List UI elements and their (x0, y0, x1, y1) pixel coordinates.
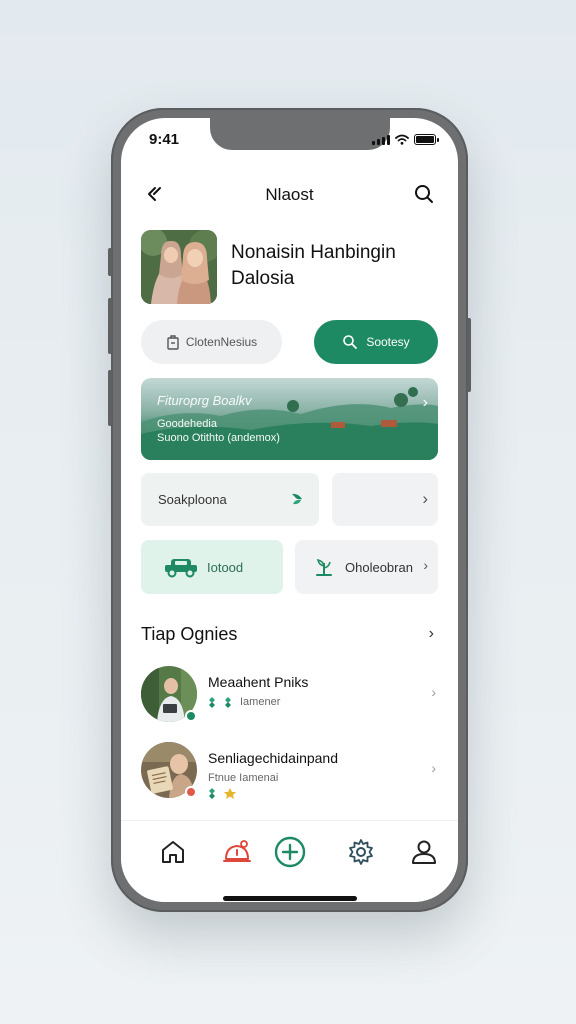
chevron-right-icon: › (423, 557, 428, 573)
alert-icon (223, 840, 251, 862)
leaf-icon (292, 493, 302, 505)
featured-banner[interactable]: Fituroprg Boalkv Goodehedia Suono Otitht… (141, 378, 438, 460)
page-title: Nlaost (265, 185, 314, 204)
list-item-subtitle-text: Ftnue Iamenai (208, 772, 279, 784)
banner-title: Fituroprg Boalkv (157, 393, 252, 408)
status-dot (185, 710, 197, 722)
primary-action-label: Sootesy (366, 335, 410, 349)
status-bar: 9:41 (121, 118, 458, 162)
profile-photo (141, 230, 217, 304)
bottom-tab-bar (121, 820, 458, 902)
list-item-title: Senliagechidainpand (208, 750, 338, 766)
clover-icon (209, 697, 231, 708)
chevron-right-icon: › (431, 684, 436, 700)
card-label: Oholeobran (345, 559, 413, 575)
signal-icon (372, 134, 390, 145)
secondary-action-label: ClotenNesius (185, 335, 258, 349)
status-dot (185, 786, 197, 798)
side-button-left-1 (108, 248, 112, 276)
side-button-right (467, 318, 471, 392)
search-button[interactable] (412, 182, 436, 206)
settings-icon (349, 839, 373, 865)
search-icon (415, 185, 433, 203)
section-title: Tiap Ognies (141, 624, 238, 644)
tab-add[interactable] (274, 836, 306, 868)
chevron-right-icon: › (422, 489, 428, 508)
card-next[interactable]: › (332, 473, 438, 526)
card-iotood[interactable]: Iotood (141, 540, 283, 594)
chevron-right-icon: › (422, 394, 428, 411)
home-icon (162, 841, 184, 863)
card-label: Soakploona (158, 492, 227, 507)
home-indicator[interactable] (223, 896, 357, 901)
list-item-title: Meaahent Pniks (208, 674, 309, 690)
side-button-left-2 (108, 298, 112, 354)
banner-line-2: Suono Otithto (andemox) (157, 432, 280, 444)
tab-alerts[interactable] (222, 837, 252, 867)
profile-avatar[interactable] (141, 230, 217, 304)
status-icons (372, 134, 439, 145)
section-chevron-button[interactable]: › (429, 625, 434, 643)
app-screen: 9:41 Nlaost Nonaisin Hanbingin Dalosia C… (121, 118, 458, 902)
top-navigation: Nlaost (121, 176, 458, 212)
tab-profile[interactable] (409, 837, 439, 867)
card-oholeobran[interactable]: Oholeobran › (295, 540, 438, 594)
list-item-subtitle: Ftnue Iamenai (208, 772, 278, 784)
list-item-subtitle-text: Iamener (240, 696, 281, 708)
profile-header: Nonaisin Hanbingin Dalosia (141, 230, 438, 306)
card-label: Iotood (207, 559, 244, 575)
tab-settings[interactable] (346, 837, 376, 867)
status-time: 9:41 (149, 131, 180, 148)
plant-icon (316, 558, 332, 576)
tab-home[interactable] (158, 837, 188, 867)
card-soakploona[interactable]: Soakploona (141, 473, 319, 526)
section-header: Tiap Ognies › (141, 624, 438, 648)
list-item[interactable]: Meaahent Pniks Iamener › (141, 666, 438, 726)
badge-icons (208, 786, 238, 804)
document-icon (167, 335, 179, 350)
phone-icon (343, 335, 358, 349)
wifi-icon (395, 134, 409, 145)
chevron-right-icon: › (431, 760, 436, 776)
list-item[interactable]: Senliagechidainpand Ftnue Iamenai › (141, 742, 438, 802)
vehicle-icon (165, 559, 197, 578)
clover-star-icon (209, 788, 236, 799)
side-button-left-3 (108, 370, 112, 426)
battery-icon (414, 134, 439, 145)
profile-name: Nonaisin Hanbingin Dalosia (231, 242, 396, 289)
primary-action-button[interactable]: Sootesy (314, 320, 438, 364)
phone-frame: 9:41 Nlaost Nonaisin Hanbingin Dalosia C… (108, 108, 471, 912)
action-buttons: ClotenNesius Sootesy (141, 320, 438, 364)
add-circle-icon (274, 836, 306, 868)
banner-line-1: Goodehedia (157, 418, 217, 430)
profile-icon (412, 840, 436, 864)
list-item-subtitle: Iamener (208, 696, 280, 708)
secondary-action-button[interactable]: ClotenNesius (141, 320, 282, 364)
